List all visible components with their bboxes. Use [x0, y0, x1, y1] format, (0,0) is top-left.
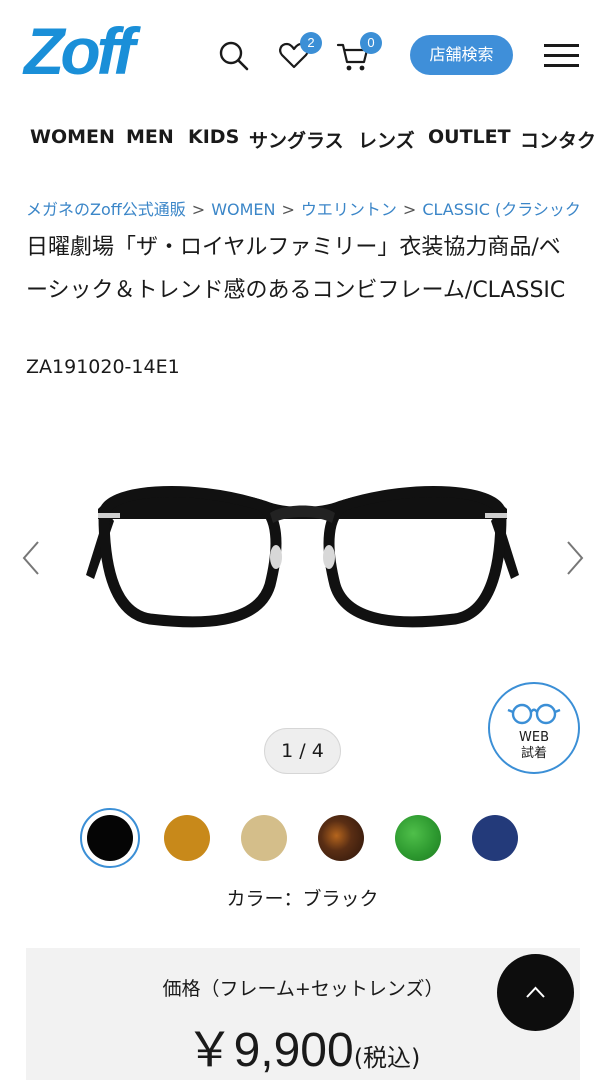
chevron-left-icon — [22, 541, 39, 575]
breadcrumb-link-top[interactable]: メガネのZoff公式通販 — [26, 200, 186, 219]
color-swatch-navy[interactable] — [472, 815, 518, 861]
gallery-prev-button[interactable] — [16, 538, 46, 578]
breadcrumb-link-women[interactable]: WOMEN — [211, 200, 275, 219]
color-swatch-amber[interactable] — [164, 815, 210, 861]
product-title: 日曜劇場「ザ・ロイヤルファミリー」衣装協力商品/ベーシック＆トレンド感のあるコン… — [26, 235, 566, 303]
favorites-count-badge: 2 — [300, 32, 322, 54]
favorites-button[interactable]: 2 — [274, 32, 322, 76]
web-try-label-line1: WEB — [519, 730, 549, 745]
cart-button[interactable]: 0 — [334, 32, 382, 76]
chevron-right-icon — [567, 541, 584, 575]
search-button[interactable] — [214, 36, 254, 76]
nav-item-men[interactable]: MEN — [126, 126, 174, 148]
hamburger-menu-button[interactable] — [544, 44, 579, 67]
glasses-icon — [507, 703, 561, 725]
web-try-on-button[interactable]: WEB 試着 — [488, 682, 580, 774]
category-nav: WOMEN MEN KIDS サングラス レンズ OUTLET コンタク — [0, 118, 605, 158]
nav-item-contact[interactable]: コンタク — [520, 126, 596, 153]
nav-item-sunglasses[interactable]: サングラス — [249, 126, 344, 153]
color-swatch-tortoise[interactable] — [318, 815, 364, 861]
cart-count-badge: 0 — [360, 32, 382, 54]
color-swatch-green[interactable] — [395, 815, 441, 861]
color-swatch-beige[interactable] — [241, 815, 287, 861]
site-header: Zoff 2 0 店舗検索 — [0, 0, 605, 110]
nav-item-outlet[interactable]: OUTLET — [428, 126, 511, 148]
zoff-logo[interactable]: Zoff — [24, 18, 135, 84]
color-swatch-black[interactable] — [87, 815, 133, 861]
product-code: ZA191020-14E1 — [26, 356, 180, 378]
price-amount: ￥9,900 — [185, 1024, 354, 1077]
color-swatches — [0, 808, 605, 868]
gallery-next-button[interactable] — [560, 538, 590, 578]
nav-item-kids[interactable]: KIDS — [188, 126, 239, 148]
price-tax-note: (税込) — [353, 1044, 421, 1072]
breadcrumb: メガネのZoff公式通販 > WOMEN > ウエリントン > CLASSIC (クラシック — [26, 200, 581, 219]
web-try-label-line2: 試着 — [520, 746, 547, 761]
store-search-button[interactable]: 店舗検索 — [410, 35, 513, 75]
nav-item-women[interactable]: WOMEN — [30, 126, 115, 148]
breadcrumb-link-classic[interactable]: CLASSIC (クラシック — [422, 200, 581, 219]
back-to-top-button[interactable] — [497, 954, 574, 1031]
nav-item-lens[interactable]: レンズ — [358, 126, 415, 153]
glasses-product-image — [86, 486, 519, 628]
product-gallery — [0, 420, 605, 720]
selected-color-label: カラー：ブラック — [226, 888, 379, 910]
breadcrumb-link-wellington[interactable]: ウエリントン — [301, 200, 397, 219]
menu-icon — [544, 44, 579, 47]
gallery-counter: 1 / 4 — [264, 728, 341, 774]
chevron-up-icon — [526, 986, 545, 998]
search-icon — [219, 41, 249, 71]
